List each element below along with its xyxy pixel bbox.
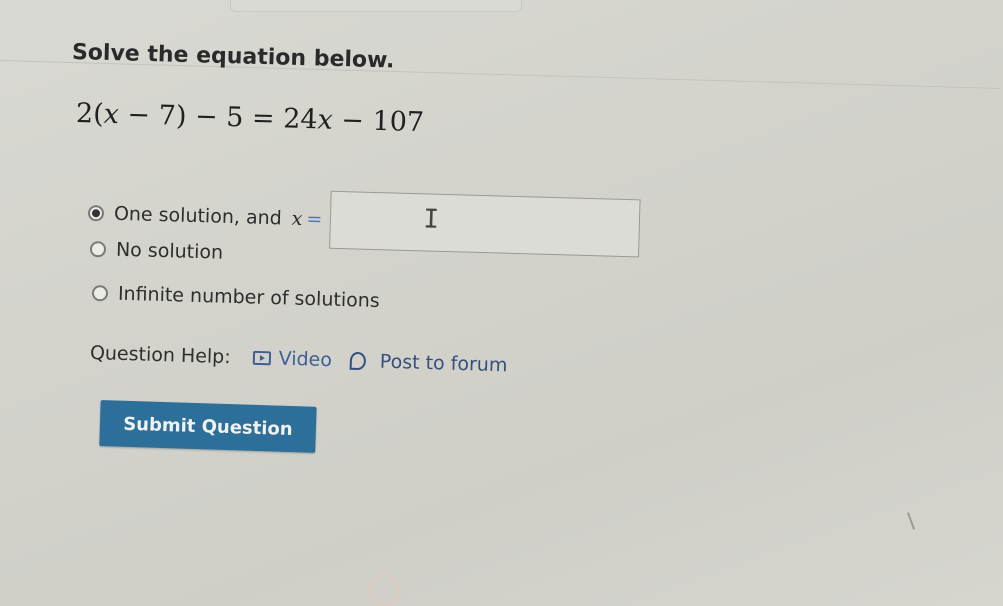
option-no-solution[interactable]: No solution [89, 238, 224, 264]
equation-minus: − [118, 99, 160, 132]
question-help: Question Help: Video Post to forum [90, 342, 508, 376]
post-to-forum-link[interactable]: Post to forum [349, 350, 508, 377]
post-to-forum-label: Post to forum [379, 350, 508, 377]
equation-coefficient: 2 [75, 98, 94, 130]
equation: 2(x − 7) − 5 = 24x − 107 [76, 98, 425, 138]
answer-variable: x [291, 207, 303, 230]
radio-infinite-solutions[interactable] [91, 285, 109, 302]
answer-equals: = [306, 208, 323, 231]
equation-variable: x [103, 98, 120, 131]
speech-bubble-icon [349, 351, 367, 371]
option-no-solution-label: No solution [115, 238, 224, 264]
video-link[interactable]: Video [252, 347, 332, 371]
option-infinite-solutions-label: Infinite number of solutions [117, 282, 381, 313]
option-infinite-solutions[interactable]: Infinite number of solutions [91, 282, 381, 313]
question-prompt: Solve the equation below. [71, 40, 395, 74]
equation-variable-right: x [317, 104, 334, 136]
question-panel: Solve the equation below. 2(x − 7) − 5 =… [0, 0, 1003, 606]
screen-smudge [368, 574, 400, 606]
text-cursor-icon: I [422, 204, 440, 235]
radio-no-solution[interactable] [89, 241, 107, 258]
question-help-label: Question Help: [89, 342, 232, 369]
video-link-label: Video [278, 347, 333, 372]
video-play-icon [252, 350, 271, 366]
equation-seven: 7 [158, 100, 177, 132]
equation-tail: − 107 [332, 104, 425, 139]
answer-input[interactable]: I [329, 190, 642, 258]
radio-one-solution[interactable] [87, 205, 105, 222]
option-one-solution-label: One solution, and [113, 202, 283, 230]
submit-question-button[interactable]: Submit Question [99, 400, 317, 453]
equation-middle: − 5 = 24 [186, 100, 318, 136]
